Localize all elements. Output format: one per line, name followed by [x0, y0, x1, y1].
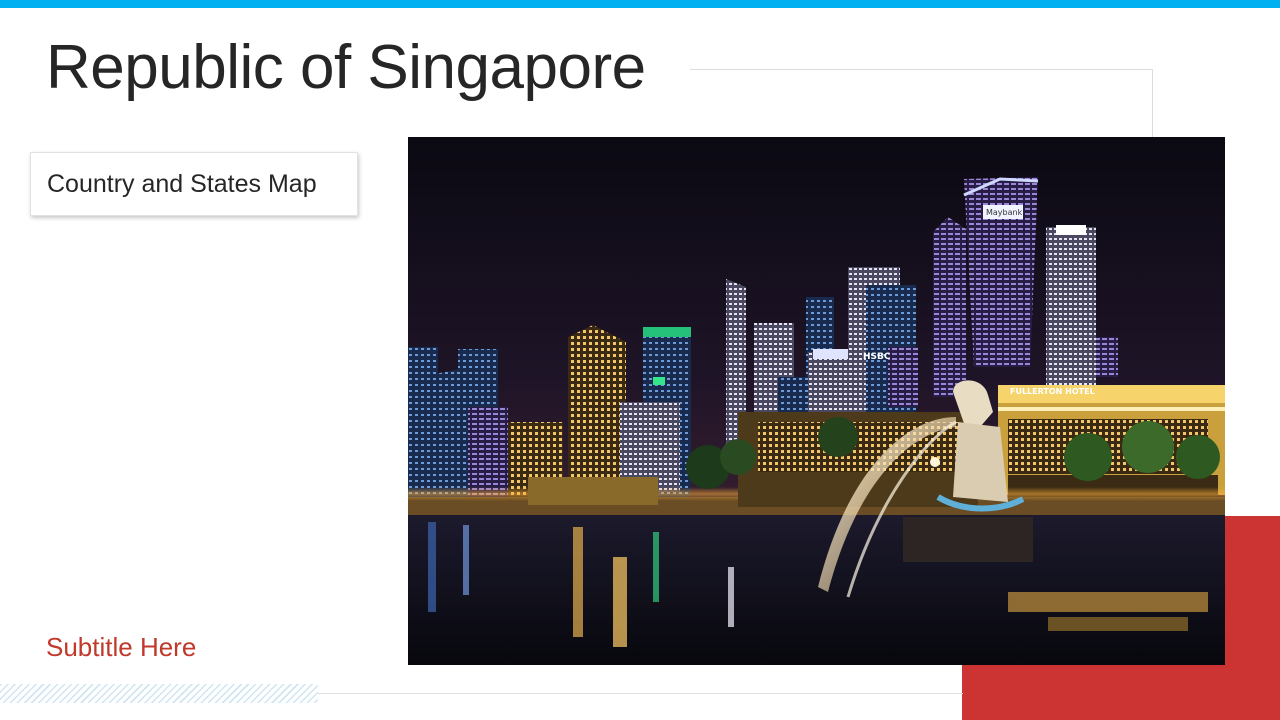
subtitle-text: Subtitle Here — [46, 632, 197, 662]
frame-line-right — [1152, 69, 1153, 139]
svg-text:HSBC: HSBC — [863, 352, 891, 362]
svg-text:FULLERTON HOTEL: FULLERTON HOTEL — [1010, 387, 1095, 396]
bottom-divider-line — [318, 693, 963, 694]
label-box-text: Country and States Map — [47, 169, 317, 198]
singapore-skyline-photo: HSBC FULLERTON HOTEL Maybank — [408, 137, 1225, 665]
frame-line-top — [690, 69, 1153, 70]
hatch-stripe-decoration — [0, 684, 318, 703]
svg-text:Maybank: Maybank — [986, 208, 1023, 217]
label-box: Country and States Map — [30, 152, 358, 216]
slide-title: Republic of Singapore — [46, 33, 646, 102]
marina-bay-water — [408, 515, 1225, 665]
top-accent-bar — [0, 0, 1280, 8]
